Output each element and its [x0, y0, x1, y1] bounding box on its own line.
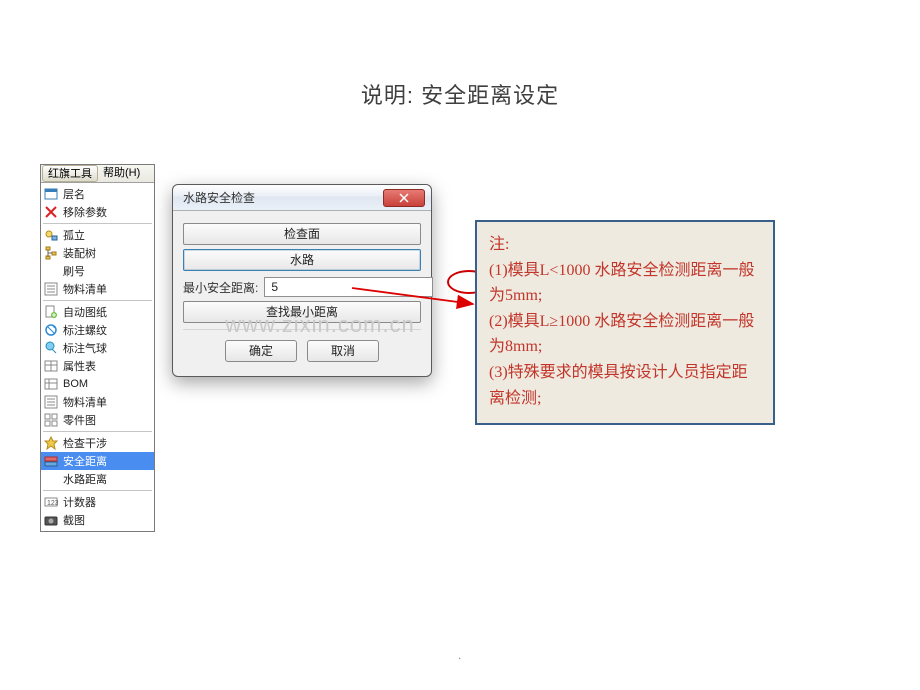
dialog-title: 水路安全检查: [183, 189, 383, 206]
menubar-tab-help[interactable]: 帮助(H): [99, 165, 144, 182]
thread-icon: [43, 322, 59, 338]
menu-item-part-drawing[interactable]: 零件图: [41, 411, 154, 429]
dialog-button-row: 确定 取消: [183, 329, 421, 366]
tree-icon: [43, 245, 59, 261]
cancel-button[interactable]: 取消: [307, 340, 379, 362]
grid-icon: [43, 412, 59, 428]
list-icon: [43, 394, 59, 410]
menu-item-label: 孤立: [63, 227, 85, 243]
menu-item-label: 计数器: [63, 494, 96, 510]
footer-text: .: [458, 648, 461, 662]
x-red-icon: [43, 204, 59, 220]
menu-separator: [43, 490, 152, 491]
menubar-tab-tools[interactable]: 红旗工具: [42, 165, 98, 182]
counter-icon: 123: [43, 494, 59, 510]
camera-icon: [43, 512, 59, 528]
menu-item-material-list-2[interactable]: 物料清单: [41, 393, 154, 411]
annotation-box: 注: (1)模具L<1000 水路安全检测距离一般为5mm; (2)模具L≥10…: [475, 220, 775, 425]
menu-item-label: 装配树: [63, 245, 96, 261]
menu-item-counter[interactable]: 123 计数器: [41, 493, 154, 511]
blank-icon: [43, 471, 59, 487]
menu-item-label: 属性表: [63, 358, 96, 374]
table-icon: [43, 376, 59, 392]
doc-plus-icon: [43, 304, 59, 320]
annotation-line: (1)模具L<1000 水路安全检测距离一般为5mm;: [489, 258, 761, 309]
menu-item-label: 自动图纸: [63, 304, 107, 320]
orphan-icon: [43, 227, 59, 243]
waterway-safety-dialog: 水路安全检查 检查面 水路 最小安全距离: 查找最小距离 确定 取消: [172, 184, 432, 377]
menu-item-label: 截图: [63, 512, 85, 528]
menubar: 红旗工具 帮助(H): [41, 165, 154, 183]
menu-item-material-list-1[interactable]: 物料清单: [41, 280, 154, 298]
layer-icon: [43, 186, 59, 202]
menu-item-label: 安全距离: [63, 453, 107, 469]
find-min-distance-button[interactable]: 查找最小距离: [183, 301, 421, 323]
menu-item-remove-params[interactable]: 移除参数: [41, 203, 154, 221]
menu-item-safety-distance[interactable]: 安全距离: [41, 452, 154, 470]
check-face-button[interactable]: 检查面: [183, 223, 421, 245]
dialog-body: 检查面 水路 最小安全距离: 查找最小距离 确定 取消: [173, 211, 431, 370]
safety-icon: [43, 453, 59, 469]
star-icon: [43, 435, 59, 451]
menu-item-bom[interactable]: BOM: [41, 375, 154, 393]
menu-item-label: BOM: [63, 378, 88, 390]
menu-item-thread-note[interactable]: 标注螺纹: [41, 321, 154, 339]
waterway-button[interactable]: 水路: [183, 249, 421, 271]
svg-text:123: 123: [47, 500, 58, 507]
menu-item-layer-name[interactable]: 层名: [41, 185, 154, 203]
menu-item-label: 刷号: [63, 263, 85, 279]
menu-item-label: 标注螺纹: [63, 322, 107, 338]
slide-title: 说明: 安全距离设定: [0, 78, 920, 110]
menu-list: 层名 移除参数 孤立 装配树 刷号: [41, 183, 154, 531]
menu-item-waterway-distance[interactable]: 水路距离: [41, 470, 154, 488]
ok-button[interactable]: 确定: [225, 340, 297, 362]
menu-item-attribute-table[interactable]: 属性表: [41, 357, 154, 375]
annotation-line: (2)模具L≥1000 水路安全检测距离一般为8mm;: [489, 309, 761, 360]
menu-item-check-interference[interactable]: 检查干涉: [41, 434, 154, 452]
menu-separator: [43, 223, 152, 224]
custom-tools-menu: 红旗工具 帮助(H) 层名 移除参数 孤立 装配树: [40, 164, 155, 532]
blank-icon: [43, 263, 59, 279]
list-icon: [43, 281, 59, 297]
menu-item-orphan[interactable]: 孤立: [41, 226, 154, 244]
annotation-line: (3)特殊要求的模具按设计人员指定距离检测;: [489, 360, 761, 411]
min-distance-input[interactable]: [264, 277, 433, 297]
dialog-titlebar[interactable]: 水路安全检查: [173, 185, 431, 211]
close-button[interactable]: [383, 189, 425, 207]
close-icon: [398, 193, 410, 203]
menu-item-label: 层名: [63, 186, 85, 202]
menu-item-label: 物料清单: [63, 281, 107, 297]
menu-item-balloon-note[interactable]: 标注气球: [41, 339, 154, 357]
balloon-icon: [43, 340, 59, 356]
menu-item-label: 零件图: [63, 412, 96, 428]
menu-separator: [43, 431, 152, 432]
min-distance-row: 最小安全距离:: [183, 277, 421, 297]
menu-item-auto-drawing[interactable]: 自动图纸: [41, 303, 154, 321]
menu-item-label: 移除参数: [63, 204, 107, 220]
annotation-line: 注:: [489, 232, 761, 258]
menu-item-label: 标注气球: [63, 340, 107, 356]
menu-item-label: 水路距离: [63, 471, 107, 487]
table-icon: [43, 358, 59, 374]
menu-item-label: 物料清单: [63, 394, 107, 410]
menu-separator: [43, 300, 152, 301]
menu-item-screenshot[interactable]: 截图: [41, 511, 154, 529]
menu-item-assembly-tree[interactable]: 装配树: [41, 244, 154, 262]
menu-item-brush-number[interactable]: 刷号: [41, 262, 154, 280]
menu-item-label: 检查干涉: [63, 435, 107, 451]
min-distance-label: 最小安全距离:: [183, 279, 258, 296]
